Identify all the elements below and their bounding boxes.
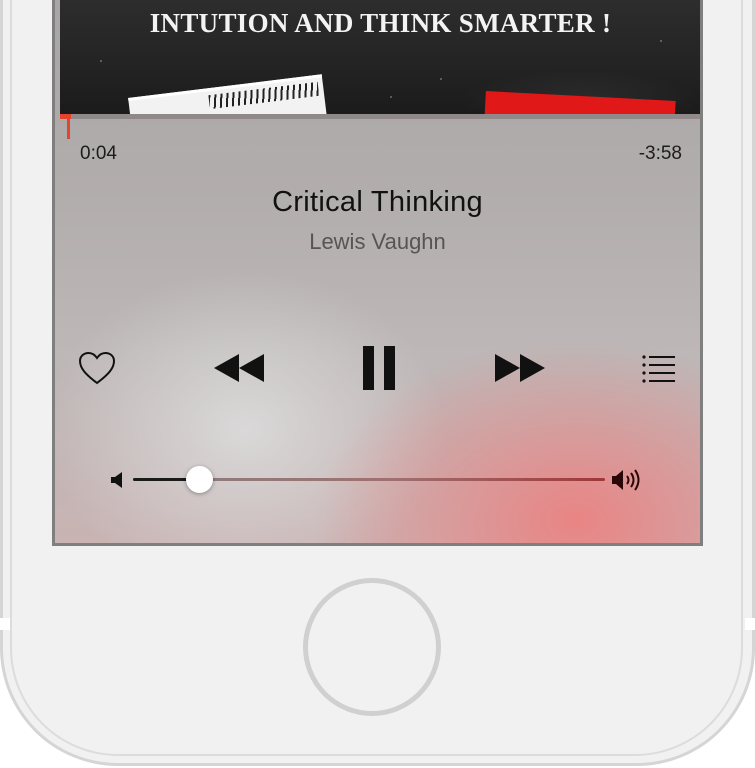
album-art-white-card	[128, 74, 327, 114]
fast-forward-icon	[495, 354, 545, 382]
album-art-red-card	[484, 91, 676, 114]
rewind-button[interactable]	[212, 348, 266, 388]
album-art-speck	[440, 78, 442, 80]
fast-forward-button[interactable]	[493, 348, 547, 388]
playback-scrubber[interactable]	[67, 114, 70, 139]
home-button[interactable]	[303, 578, 441, 716]
phone-side-seam-left	[0, 618, 10, 630]
track-artist[interactable]: Lewis Vaughn	[55, 229, 700, 255]
pause-button[interactable]	[358, 344, 400, 392]
speaker-high-icon	[611, 466, 645, 494]
pause-icon	[363, 346, 395, 390]
remaining-time: -3:58	[638, 143, 682, 164]
phone-side-seam-right	[745, 618, 755, 630]
speaker-low-icon	[110, 470, 126, 490]
volume-slider-thumb[interactable]	[186, 466, 213, 493]
rewind-icon	[214, 354, 264, 382]
album-art-speck	[390, 96, 392, 98]
heart-outline-icon	[78, 351, 116, 385]
album-art-headline: INTUTION AND THINK SMARTER !	[149, 8, 612, 38]
favorite-button[interactable]	[77, 350, 117, 386]
track-title: Critical Thinking	[272, 186, 483, 218]
album-art-speck	[100, 60, 102, 62]
now-playing-screen: INTUTION AND THINK SMARTER ! 0:04 -3:58 …	[52, 0, 703, 546]
up-next-button[interactable]	[639, 350, 679, 386]
album-artwork: INTUTION AND THINK SMARTER !	[60, 0, 700, 114]
album-art-speck	[660, 40, 662, 42]
playback-progress-bar[interactable]	[60, 114, 700, 119]
list-icon	[642, 355, 675, 383]
elapsed-time: 0:04	[80, 143, 117, 164]
